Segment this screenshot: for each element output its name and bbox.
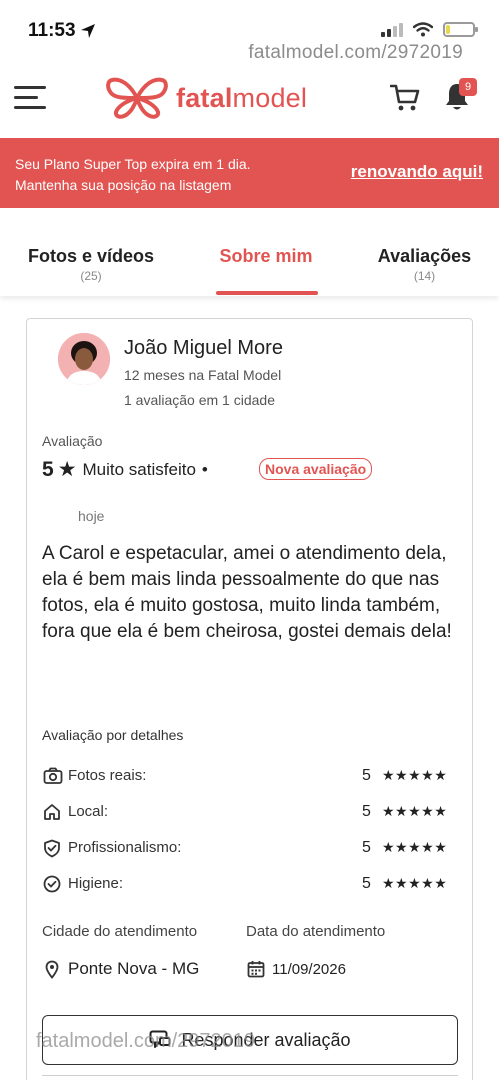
detail-score: 5 bbox=[362, 767, 371, 784]
detail-stars: ★★★★★ bbox=[382, 875, 448, 891]
detail-row-hygiene: Higiene: 5 ★★★★★ bbox=[42, 874, 458, 896]
review-text: A Carol e espetacular, amei o atendiment… bbox=[42, 543, 452, 642]
detail-label: Higiene: bbox=[68, 875, 124, 892]
reviewer-name: João Miguel More bbox=[124, 337, 283, 359]
renew-link[interactable]: renovando aqui! bbox=[351, 162, 483, 182]
service-city: Ponte Nova - MG bbox=[45, 959, 199, 979]
banner-message: Seu Plano Super Top expira em 1 dia. Man… bbox=[15, 154, 251, 196]
rating-row: 5 ★ Muito satisfeito • bbox=[42, 457, 208, 482]
detail-label: Fotos reais: bbox=[68, 767, 147, 784]
banner-line-1: Seu Plano Super Top expira em 1 dia. bbox=[15, 156, 251, 172]
detail-label: Profissionalismo: bbox=[68, 839, 182, 856]
status-icons bbox=[381, 22, 478, 37]
check-circle-icon bbox=[43, 875, 61, 893]
watermark-top: fatalmodel.com/2972019 bbox=[248, 42, 463, 63]
detail-stars: ★★★★★ bbox=[382, 767, 448, 783]
service-date-value: 11/09/2026 bbox=[272, 960, 346, 978]
fatalmodel-logo[interactable]: fatalmodel bbox=[106, 76, 307, 120]
tab-label: Avaliações bbox=[377, 246, 472, 266]
tab-label: Sobre mim bbox=[219, 246, 313, 266]
detail-stars: ★★★★★ bbox=[382, 839, 448, 855]
calendar-icon bbox=[247, 961, 265, 978]
service-date: 11/09/2026 bbox=[247, 960, 346, 978]
detail-score: 5 bbox=[362, 875, 371, 892]
location-arrow-icon bbox=[80, 24, 95, 38]
detail-score: 5 bbox=[362, 803, 371, 820]
status-time-text: 11:53 bbox=[28, 20, 76, 41]
service-city-label: Cidade do atendimento bbox=[42, 923, 198, 940]
rating-label: Avaliação bbox=[42, 433, 103, 449]
wifi-icon bbox=[413, 22, 433, 37]
shield-check-icon bbox=[44, 839, 60, 858]
card-divider bbox=[42, 1075, 458, 1076]
watermark-bottom: fatalmodel.com/2972019 bbox=[36, 1030, 256, 1052]
app-header: fatalmodel 9 bbox=[0, 66, 499, 134]
satisfaction-text: Muito satisfeito bbox=[82, 459, 196, 479]
status-time: 11:53 bbox=[28, 20, 96, 42]
reviewer-review-count: 1 avaliação em 1 cidade bbox=[124, 392, 275, 408]
review-date: hoje bbox=[78, 508, 105, 524]
details-heading: Avaliação por detalhes bbox=[42, 727, 184, 743]
detail-row-location: Local: 5 ★★★★★ bbox=[42, 802, 458, 824]
service-city-value: Ponte Nova - MG bbox=[68, 959, 200, 978]
tab-count: (14) bbox=[413, 269, 436, 283]
service-date-label: Data do atendimento bbox=[246, 923, 386, 940]
tab-reviews[interactable]: Avaliações (14) bbox=[372, 246, 477, 283]
avatar bbox=[58, 333, 110, 385]
hamburger-menu-icon[interactable] bbox=[14, 86, 48, 112]
new-review-badge: Nova avaliação bbox=[259, 458, 373, 480]
tab-photos-videos[interactable]: Fotos e vídeos (25) bbox=[24, 246, 158, 283]
separator-dot: • bbox=[201, 459, 208, 479]
cart-icon[interactable] bbox=[390, 84, 420, 112]
user-avatar-icon bbox=[58, 333, 110, 385]
signal-icon bbox=[381, 22, 403, 37]
reviewer-tenure: 12 meses na Fatal Model bbox=[124, 367, 282, 383]
plan-expiration-banner: Seu Plano Super Top expira em 1 dia. Man… bbox=[0, 138, 499, 208]
map-pin-icon bbox=[45, 960, 59, 979]
tab-label: Fotos e vídeos bbox=[27, 246, 155, 266]
battery-fill bbox=[446, 25, 451, 34]
battery-icon bbox=[443, 22, 478, 37]
status-bar: 11:53 fatalmodel.com/2972019 bbox=[0, 0, 499, 63]
tab-count: (25) bbox=[80, 269, 102, 283]
detail-row-real-photos: Fotos reais: 5 ★★★★★ bbox=[42, 766, 458, 788]
logo-wordmark: fatalmodel bbox=[176, 82, 308, 113]
banner-line-2: Mantenha sua posição na listagem bbox=[15, 177, 232, 193]
home-icon bbox=[44, 804, 60, 820]
detail-row-professionalism: Profissionalismo: 5 ★★★★★ bbox=[42, 838, 458, 860]
camera-check-icon bbox=[43, 767, 63, 784]
detail-label: Local: bbox=[68, 803, 109, 820]
butterfly-logo-icon bbox=[106, 77, 168, 119]
detail-score: 5 bbox=[362, 839, 371, 856]
review-card: João Miguel More 12 meses na Fatal Model… bbox=[26, 318, 473, 1080]
rating-value: 5 bbox=[42, 457, 54, 481]
profile-tabs: Fotos e vídeos (25) Sobre mim Avaliações… bbox=[0, 208, 499, 296]
detail-stars: ★★★★★ bbox=[382, 803, 448, 819]
tab-about-me[interactable]: Sobre mim bbox=[212, 246, 320, 267]
star-icon: ★ bbox=[57, 458, 77, 481]
active-tab-indicator bbox=[216, 291, 318, 295]
notification-badge: 9 bbox=[459, 78, 477, 96]
